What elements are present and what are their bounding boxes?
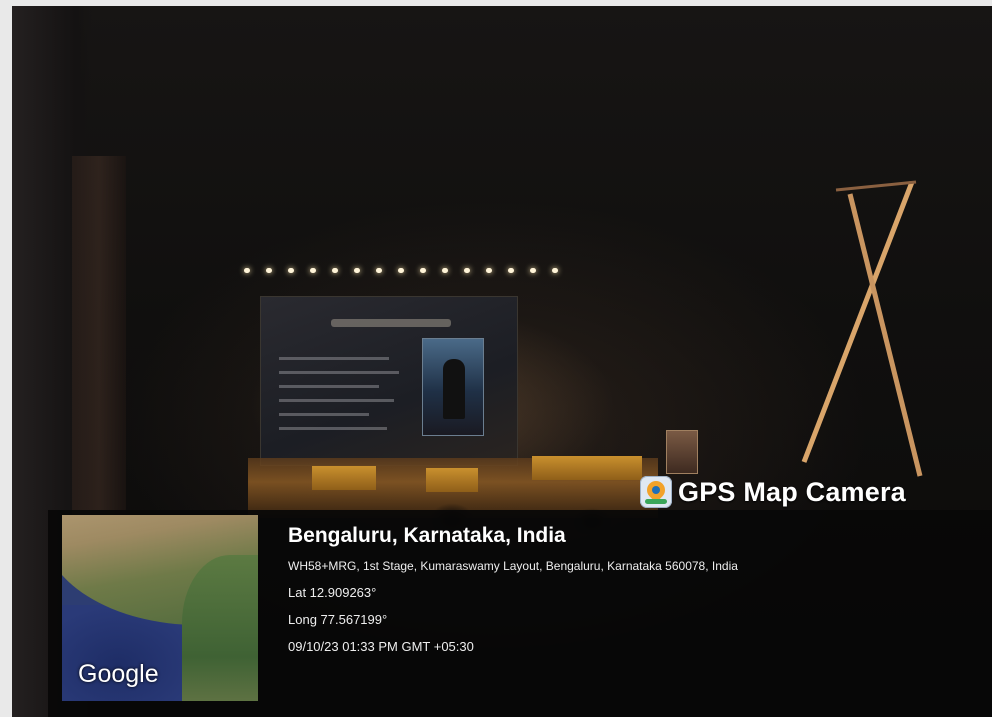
latitude-text: Lat 12.909263° [288, 585, 377, 600]
gps-map-camera-watermark: GPS Map Camera [640, 474, 906, 510]
stage-table [312, 466, 376, 490]
location-details: Bengaluru, Karnataka, India WH58+MRG, 1s… [288, 522, 978, 655]
google-logo: Google [78, 660, 159, 688]
datetime-text: 09/10/23 01:33 PM GMT +05:30 [288, 639, 474, 654]
longitude-text: Long 77.567199° [288, 612, 388, 627]
stage-table [426, 468, 478, 492]
gps-map-camera-app-icon [640, 476, 672, 508]
stage-light-strip [244, 268, 564, 278]
portrait-standee [666, 430, 698, 474]
watermark-brand-label: GPS Map Camera [678, 476, 906, 507]
x-light-sculpture [801, 180, 923, 477]
auditorium-pillar [72, 156, 126, 516]
stage-table [532, 456, 642, 480]
satellite-map-thumbnail: Google [62, 515, 258, 701]
location-title: Bengaluru, Karnataka, India [288, 524, 566, 547]
speaker-video-feed [422, 338, 484, 436]
location-address: WH58+MRG, 1st Stage, Kumaraswamy Layout,… [288, 559, 738, 573]
